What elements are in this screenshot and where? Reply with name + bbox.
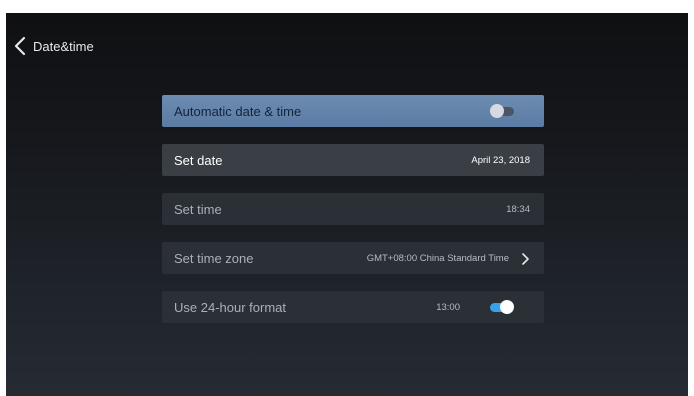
use-24-hour-toggle[interactable] [486, 300, 514, 314]
use-24-hour-row[interactable]: Use 24-hour format 13:00 [162, 291, 544, 323]
set-time-zone-label: Set time zone [174, 250, 254, 266]
toggle-knob [500, 300, 514, 314]
settings-screen: Date&time Automatic date & time Set date… [6, 13, 688, 396]
automatic-date-time-toggle[interactable] [488, 104, 516, 118]
set-date-label: Set date [174, 152, 223, 168]
toggle-knob [490, 104, 504, 118]
set-time-label: Set time [174, 201, 222, 217]
automatic-date-time-row[interactable]: Automatic date & time [162, 95, 544, 127]
page-title: Date&time [33, 38, 94, 54]
set-time-zone-row[interactable]: Set time zone GMT+08:00 China Standard T… [162, 242, 544, 274]
chevron-right-icon [521, 252, 530, 265]
set-time-row[interactable]: Set time 18:34 [162, 193, 544, 225]
use-24-hour-example: 13:00 [436, 301, 460, 313]
set-date-value: April 23, 2018 [471, 154, 530, 166]
settings-list: Automatic date & time Set date April 23,… [162, 95, 544, 340]
set-time-value: 18:34 [506, 203, 530, 215]
set-date-row[interactable]: Set date April 23, 2018 [162, 144, 544, 176]
use-24-hour-label: Use 24-hour format [174, 299, 286, 315]
header: Date&time [13, 35, 94, 57]
chevron-left-icon[interactable] [13, 36, 29, 56]
set-time-zone-value: GMT+08:00 China Standard Time [366, 252, 509, 264]
automatic-date-time-label: Automatic date & time [174, 103, 302, 119]
